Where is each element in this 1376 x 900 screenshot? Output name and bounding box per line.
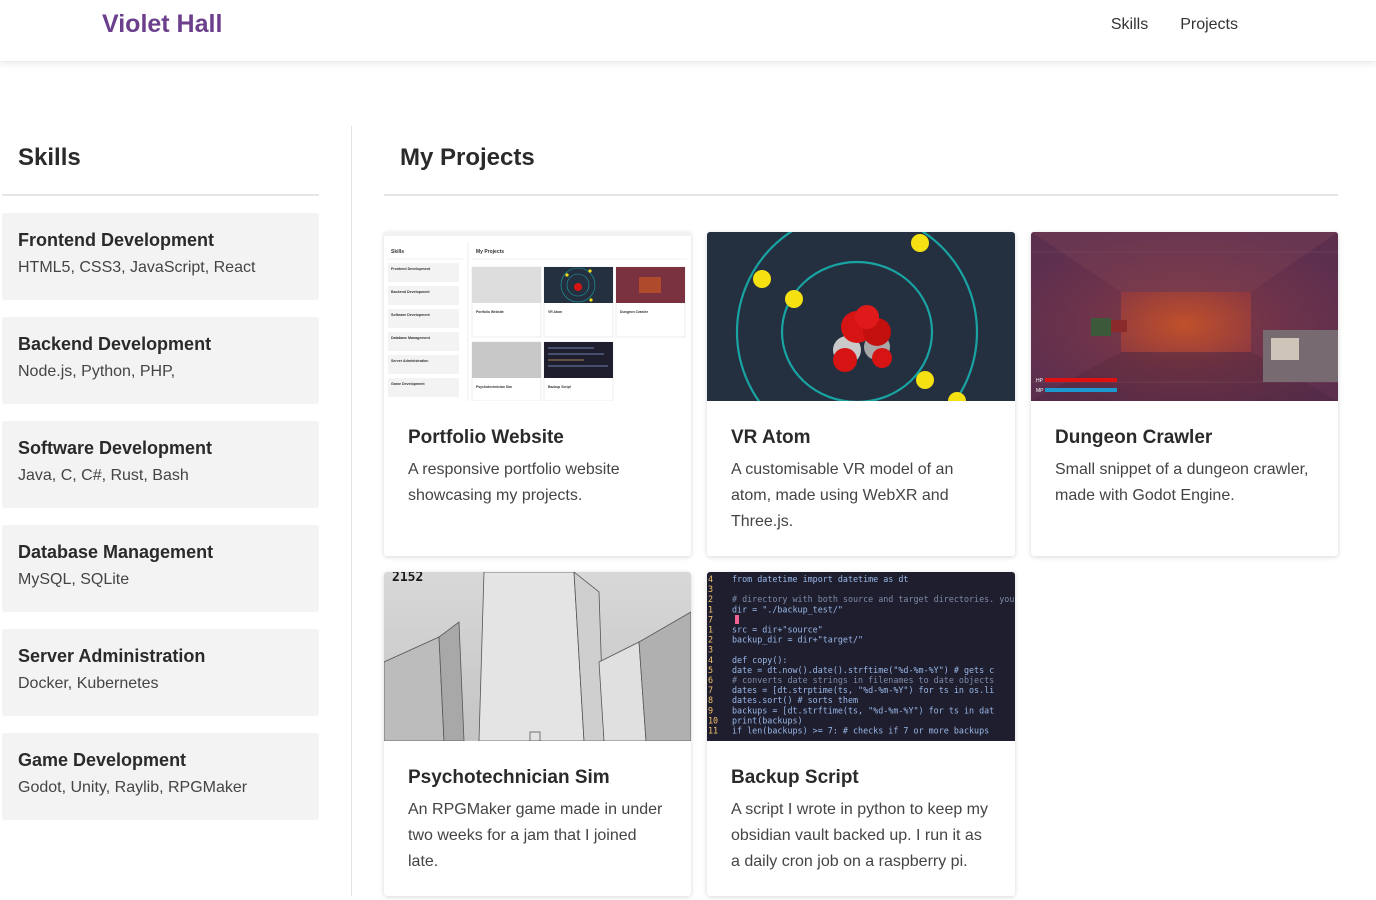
- mini-skills-heading: Skills: [391, 249, 404, 255]
- project-card-dungeon-crawler[interactable]: HP MP Dungeon Crawler Small snippet of a…: [1031, 232, 1338, 556]
- skill-name: Database Management: [18, 542, 214, 562]
- svg-text:Portfolio Website: Portfolio Website: [476, 310, 504, 314]
- svg-text:Frontend Development: Frontend Development: [391, 267, 431, 271]
- atom-render-image: [707, 232, 1015, 401]
- code-line-number: 2: [708, 594, 713, 604]
- code-line-number: 9: [708, 705, 713, 715]
- project-description: A customisable VR model of an atom, made…: [731, 461, 954, 530]
- code-line: def copy():: [732, 655, 787, 665]
- project-title: Portfolio Website: [408, 427, 564, 448]
- code-line: dir = "./backup_test/": [732, 604, 843, 614]
- project-title: Dungeon Crawler: [1055, 427, 1213, 448]
- project-title: Psychotechnician Sim: [408, 767, 610, 788]
- portfolio-thumbnail-image: Skills My Projects Frontend Development …: [384, 232, 691, 401]
- svg-text:Server Administration: Server Administration: [391, 359, 428, 363]
- skill-name: Backend Development: [18, 334, 212, 354]
- skill-card: Frontend Development HTML5, CSS3, JavaSc…: [2, 213, 319, 300]
- code-line-number: 7: [708, 614, 713, 624]
- nav-links: Skills Projects: [1111, 16, 1238, 34]
- site-brand[interactable]: Violet Hall: [102, 10, 222, 39]
- vr-atom-screenshot: [707, 232, 1015, 401]
- code-line: dates = [dt.strptime(ts, "%d-%m-%Y") for…: [732, 685, 994, 695]
- code-line-number: 3: [708, 584, 713, 594]
- backup-script-screenshot: 4 from datetime import datetime as dt 3 2 # …: [707, 572, 1015, 741]
- skill-list: MySQL, SQLite: [18, 571, 130, 588]
- svg-text:Software Development: Software Development: [391, 313, 431, 317]
- skills-heading: Skills: [2, 126, 319, 196]
- code-line-number: 6: [708, 675, 713, 685]
- project-card-portfolio[interactable]: Skills My Projects Frontend Development …: [384, 232, 691, 556]
- code-line: backup_dir = dir+"target/": [732, 635, 863, 645]
- skill-card: Backend Development Node.js, Python, PHP…: [2, 317, 319, 404]
- column-divider: [351, 126, 352, 896]
- project-description: A responsive portfolio website showcasin…: [408, 461, 620, 504]
- skill-name: Server Administration: [18, 646, 206, 666]
- projects-section: My Projects Skills My Projects Frontend …: [384, 126, 1338, 896]
- project-card-psychotechnician-sim[interactable]: 2152 Psychotechnician Sim An RPGMaker ga…: [384, 572, 691, 896]
- dungeon-crawler-screenshot: HP MP: [1031, 232, 1338, 401]
- projects-grid: Skills My Projects Frontend Development …: [384, 232, 1338, 896]
- project-card-backup-script[interactable]: 4 from datetime import datetime as dt 3 2 # …: [707, 572, 1015, 896]
- code-line: from datetime import datetime as dt: [732, 574, 908, 584]
- portfolio-screenshot: Skills My Projects Frontend Development …: [384, 232, 691, 401]
- skill-list: Java, C, C#, Rust, Bash: [18, 467, 189, 484]
- code-line: dates.sort() # sorts them: [732, 695, 858, 705]
- dungeon-render-image: HP MP: [1031, 232, 1338, 401]
- svg-text:HP: HP: [1036, 378, 1044, 384]
- svg-text:Backup Script: Backup Script: [548, 385, 572, 389]
- code-line-number: 2: [708, 635, 713, 645]
- skills-section: Skills Frontend Development HTML5, CSS3,…: [2, 126, 319, 837]
- score-counter: 2152: [392, 572, 423, 585]
- skill-list: Godot, Unity, Raylib, RPGMaker: [18, 779, 248, 796]
- code-line: # directory with both source and target …: [732, 594, 1014, 604]
- code-line-number: 1: [708, 604, 713, 614]
- code-line-number: 10: [708, 715, 718, 725]
- skill-name: Game Development: [18, 750, 187, 770]
- code-line: src = dir+"source": [732, 625, 823, 635]
- top-navbar: Violet Hall Skills Projects: [0, 0, 1376, 62]
- project-description: Small snippet of a dungeon crawler, made…: [1055, 461, 1309, 504]
- svg-text:VR Atom: VR Atom: [548, 310, 562, 314]
- code-line: backups = [dt.strftime(ts, "%d-%m-%Y") f…: [732, 705, 994, 715]
- code-line-number: 4: [708, 655, 713, 665]
- code-line-number: 5: [708, 665, 713, 675]
- skill-name: Frontend Development: [18, 230, 215, 250]
- skill-list: HTML5, CSS3, JavaScript, React: [18, 259, 256, 276]
- code-line: date = dt.now().date().strftime("%d-%m-%…: [732, 665, 994, 675]
- project-title: VR Atom: [731, 427, 811, 448]
- project-card-vr-atom[interactable]: VR Atom A customisable VR model of an at…: [707, 232, 1015, 556]
- code-line-number: 1: [708, 625, 713, 635]
- svg-text:Game Development: Game Development: [391, 382, 425, 386]
- skill-card: Software Development Java, C, C#, Rust, …: [2, 421, 319, 508]
- svg-text:MP: MP: [1036, 388, 1044, 394]
- psychotechnician-screenshot: 2152: [384, 572, 691, 741]
- code-line-number: 8: [708, 695, 713, 705]
- cityscape-render-image: 2152: [384, 572, 691, 741]
- nav-link-projects[interactable]: Projects: [1180, 16, 1238, 34]
- code-line-number: 3: [708, 645, 713, 655]
- code-line-number: 4: [708, 574, 713, 584]
- nav-link-skills[interactable]: Skills: [1111, 16, 1148, 34]
- skill-card: Game Development Godot, Unity, Raylib, R…: [2, 733, 319, 820]
- skill-list: Docker, Kubernetes: [18, 675, 159, 692]
- svg-text:Database Management: Database Management: [391, 336, 431, 340]
- code-line-number: 7: [708, 685, 713, 695]
- svg-text:Dungeon Crawler: Dungeon Crawler: [620, 310, 649, 314]
- code-line: if len(backups) >= 7: # checks if 7 or m…: [732, 726, 989, 736]
- code-line: # converts date strings in filenames to …: [732, 675, 994, 685]
- skill-card: Server Administration Docker, Kubernetes: [2, 629, 319, 716]
- project-description: An RPGMaker game made in under two weeks…: [408, 801, 663, 870]
- code-line-number: 11: [708, 726, 718, 736]
- project-description: A script I wrote in python to keep my ob…: [731, 801, 989, 870]
- svg-text:Psychotechnician Sim: Psychotechnician Sim: [476, 385, 512, 389]
- project-title: Backup Script: [731, 767, 859, 788]
- svg-text:Backend Development: Backend Development: [391, 290, 430, 294]
- code-line: print(backups): [732, 715, 803, 725]
- skill-list: Node.js, Python, PHP,: [18, 363, 176, 380]
- code-editor-image: 4 from datetime import datetime as dt32 # …: [707, 572, 1015, 741]
- mini-projects-heading: My Projects: [476, 249, 504, 255]
- skill-name: Software Development: [18, 438, 213, 458]
- skill-card: Database Management MySQL, SQLite: [2, 525, 319, 612]
- projects-heading: My Projects: [384, 126, 1338, 196]
